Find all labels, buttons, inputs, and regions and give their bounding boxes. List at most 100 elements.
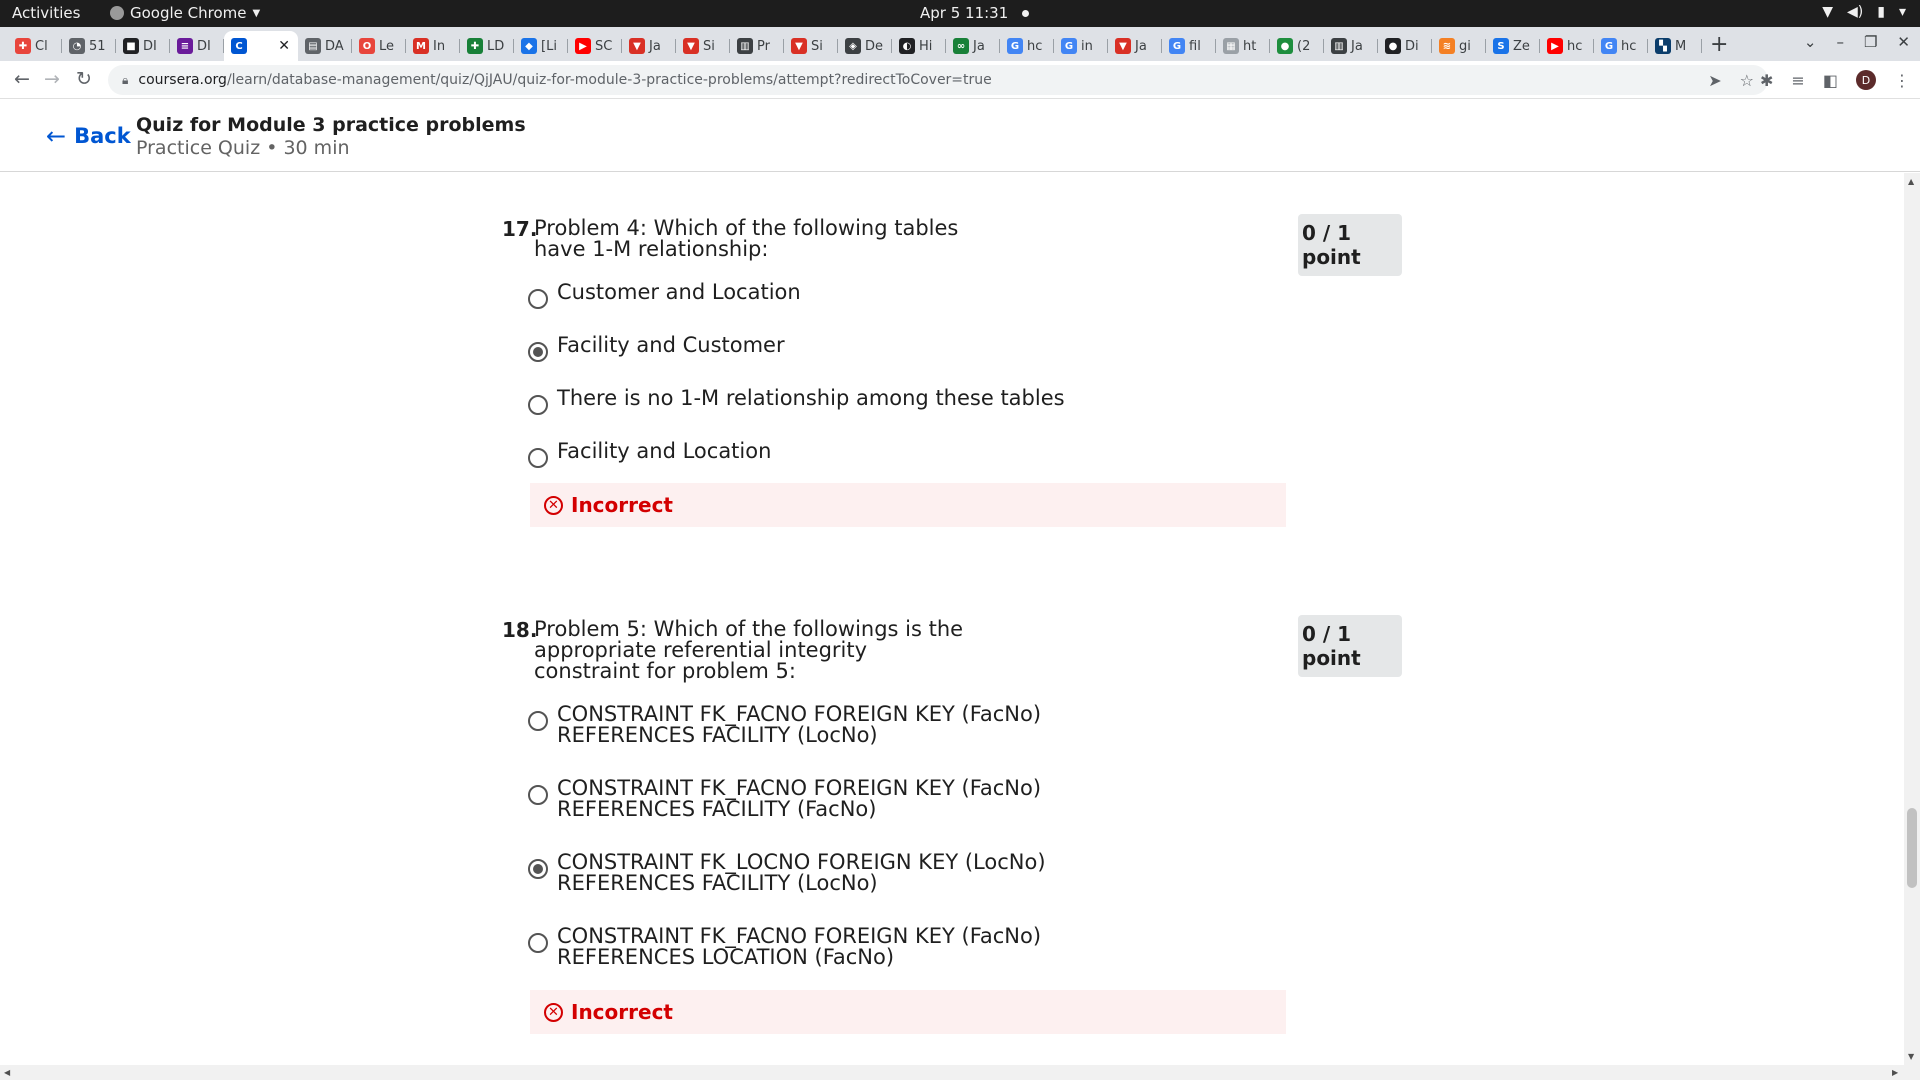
option-radio[interactable]: Facility and Location: [528, 441, 1117, 468]
option-radio[interactable]: Facility and Customer: [528, 335, 1117, 362]
browser-tab[interactable]: O Le: [352, 31, 406, 61]
horizontal-scrollbar[interactable]: ◀ ▶: [0, 1065, 1920, 1080]
url-text: coursera.org/learn/database-management/q…: [138, 72, 991, 88]
system-status-area[interactable]: ▼ ◀) ▮ ▾: [1822, 4, 1906, 20]
option-radio[interactable]: Customer and Location: [528, 282, 1117, 309]
reload-icon[interactable]: ↻: [76, 68, 92, 90]
radio-button[interactable]: [528, 933, 548, 953]
quiz-header: ← Back Quiz for Module 3 practice proble…: [0, 100, 1920, 172]
browser-tab[interactable]: ▦ ht: [1216, 31, 1270, 61]
option-radio[interactable]: CONSTRAINT FK_LOCNO FOREIGN KEY (LocNo) …: [528, 852, 1047, 894]
scroll-right-icon[interactable]: ▶: [1892, 1068, 1898, 1077]
window-controls: ⌄ – ❐ ✕: [1804, 33, 1910, 51]
tab-favicon-icon: ◈: [845, 38, 861, 54]
radio-button[interactable]: [528, 859, 548, 879]
new-tab-button[interactable]: +: [1710, 32, 1728, 57]
tab-search-icon[interactable]: ⌄: [1804, 33, 1817, 51]
browser-tab[interactable]: ▼ Ja: [622, 31, 676, 61]
browser-tab[interactable]: ● Di: [1378, 31, 1432, 61]
browser-tab[interactable]: ▼ Ja: [1108, 31, 1162, 61]
send-icon[interactable]: ➤: [1708, 71, 1721, 90]
feedback-text: Incorrect: [571, 493, 673, 517]
browser-tab[interactable]: ✚ Cl: [8, 31, 62, 61]
browser-tab[interactable]: ● (2: [1270, 31, 1324, 61]
tab-favicon-icon: ▶: [1547, 38, 1563, 54]
radio-button[interactable]: [528, 395, 548, 415]
side-panel-icon[interactable]: ◧: [1823, 71, 1838, 90]
browser-tab[interactable]: ◈ De: [838, 31, 892, 61]
back-button[interactable]: ← Back: [46, 122, 131, 150]
scroll-down-icon[interactable]: ▼: [1908, 1052, 1914, 1061]
tab-favicon-icon: ∞: [953, 38, 969, 54]
radio-button[interactable]: [528, 289, 548, 309]
browser-tab[interactable]: ▥ Ja: [1324, 31, 1378, 61]
browser-tab[interactable]: Gin: [1054, 31, 1108, 61]
tab-favicon-icon: G: [1007, 38, 1023, 54]
kebab-menu-icon[interactable]: ⋮: [1894, 71, 1910, 90]
browser-tab[interactable]: ▶ hc: [1540, 31, 1594, 61]
browser-tab[interactable]: ▼ Si: [784, 31, 838, 61]
tab-active[interactable]: C ✕: [224, 31, 298, 61]
tab-favicon-icon: S: [1493, 38, 1509, 54]
browser-tab[interactable]: ∞ Ja: [946, 31, 1000, 61]
option-label: CONSTRAINT FK_FACNO FOREIGN KEY (FacNo) …: [557, 702, 1042, 747]
radio-button[interactable]: [528, 785, 548, 805]
option-radio[interactable]: CONSTRAINT FK_FACNO FOREIGN KEY (FacNo) …: [528, 926, 1047, 968]
question-number: 18.: [502, 618, 538, 642]
vertical-scrollbar[interactable]: ▲ ▼: [1904, 173, 1920, 1065]
close-window-icon[interactable]: ✕: [1897, 33, 1910, 51]
browser-tab[interactable]: ▤ DA: [298, 31, 352, 61]
browser-tab[interactable]: ▶ SC: [568, 31, 622, 61]
browser-tab[interactable]: ◐ Hi: [892, 31, 946, 61]
browser-tab[interactable]: ◆ [Li: [514, 31, 568, 61]
scroll-left-icon[interactable]: ◀: [4, 1068, 10, 1077]
scroll-up-icon[interactable]: ▲: [1908, 177, 1914, 186]
browser-tab[interactable]: Ghc: [1594, 31, 1648, 61]
quiz-meta: Practice Quiz • 30 min: [136, 137, 350, 159]
browser-tab[interactable]: Ghc: [1000, 31, 1054, 61]
radio-button[interactable]: [528, 342, 548, 362]
address-bar[interactable]: 🔒︎ coursera.org/learn/database-managemen…: [108, 65, 1768, 95]
browser-tab[interactable]: ▥ Pr: [730, 31, 784, 61]
tab-strip: ✚ Cl ◔ 51 ■ DI ≡ DI C ✕ ▤ DA O Le M In ✚ LD ◆ [Li ▶ SC ▼ Ja ▼ Si ▥…: [0, 27, 1920, 61]
browser-tab[interactable]: M In: [406, 31, 460, 61]
tab-label: DI: [197, 38, 211, 54]
option-radio[interactable]: CONSTRAINT FK_FACNO FOREIGN KEY (FacNo) …: [528, 778, 1047, 820]
tab-favicon-icon: G: [1601, 38, 1617, 54]
close-tab-icon[interactable]: ✕: [278, 38, 290, 54]
tab-favicon-icon: ▼: [1115, 38, 1131, 54]
browser-tab[interactable]: Gfil: [1162, 31, 1216, 61]
browser-tab[interactable]: ▚ M: [1648, 31, 1702, 61]
tab-label: Ja: [649, 38, 661, 54]
option-radio[interactable]: There is no 1-M relationship among these…: [528, 388, 1157, 415]
media-icon[interactable]: ≡: [1791, 71, 1804, 90]
minimize-icon[interactable]: –: [1836, 33, 1844, 51]
activities-button[interactable]: Activities: [12, 4, 80, 22]
browser-tab[interactable]: S Ze: [1486, 31, 1540, 61]
back-arrow-icon[interactable]: ←: [14, 68, 30, 90]
question-number: 17.: [502, 217, 538, 241]
browser-tab[interactable]: ≋ gi: [1432, 31, 1486, 61]
tab-favicon-icon: ▥: [737, 38, 753, 54]
browser-tab[interactable]: ▼ Si: [676, 31, 730, 61]
browser-tab[interactable]: ■ DI: [116, 31, 170, 61]
browser-tab[interactable]: ✚ LD: [460, 31, 514, 61]
browser-tab[interactable]: ≡ DI: [170, 31, 224, 61]
option-label: CONSTRAINT FK_FACNO FOREIGN KEY (FacNo) …: [557, 776, 1042, 821]
forward-arrow-icon[interactable]: →: [44, 68, 60, 90]
radio-button[interactable]: [528, 448, 548, 468]
option-radio[interactable]: CONSTRAINT FK_FACNO FOREIGN KEY (FacNo) …: [528, 704, 1047, 746]
feedback-text: Incorrect: [571, 1000, 673, 1024]
restore-icon[interactable]: ❐: [1864, 33, 1877, 51]
app-menu[interactable]: Google Chrome ▼: [110, 4, 260, 22]
clock[interactable]: Apr 5 11:31: [920, 4, 1030, 22]
lock-icon[interactable]: 🔒︎: [122, 73, 128, 88]
puzzle-icon[interactable]: ✱: [1760, 71, 1773, 90]
scrollbar-thumb[interactable]: [1907, 808, 1917, 888]
question-text: Problem 4: Which of the following tables…: [534, 216, 959, 261]
points-badge: 0 / 1 point: [1298, 615, 1402, 677]
avatar[interactable]: D: [1855, 70, 1876, 90]
radio-button[interactable]: [528, 711, 548, 731]
bookmark-star-icon[interactable]: ☆: [1740, 71, 1754, 90]
browser-tab[interactable]: ◔ 51: [62, 31, 116, 61]
